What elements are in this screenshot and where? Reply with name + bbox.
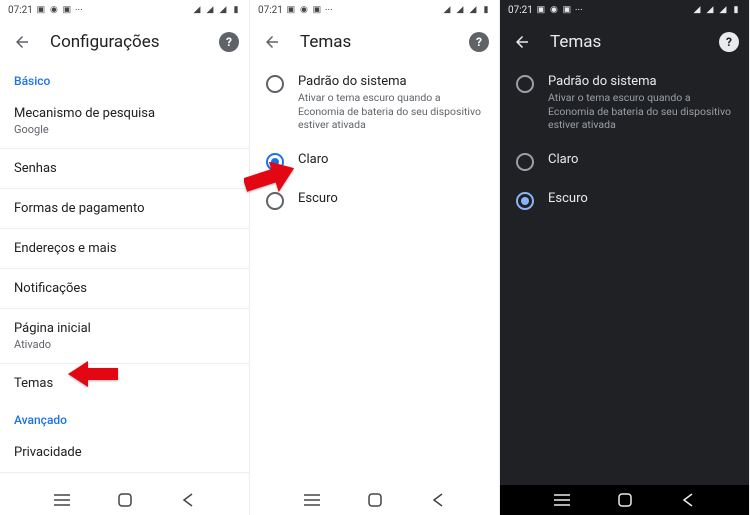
status-time: 07:21 [258,5,283,16]
screen-settings: 07:21 ▣ ◉ ▣ ··· ◢ ◢ ◢ ▮ Configurações ? … [0,0,250,515]
settings-item-passwords[interactable]: Senhas [0,149,249,189]
settings-item-accessibility[interactable]: Acessibilidade [0,473,249,485]
more-icon: ··· [75,5,83,16]
recent-icon [53,494,71,506]
recent-icon [553,494,571,506]
back-icon [682,493,694,507]
help-button[interactable]: ? [219,32,239,52]
image-icon: ▣ [36,5,46,15]
section-basic-header: Básico [0,64,249,94]
status-bar: 07:21 ▣ ◉ ▣ ··· ◢ ◢ ◢ ▮ [0,0,249,20]
signal-icon: ◢ [705,5,715,15]
help-button[interactable]: ? [469,32,489,52]
more-icon: ··· [325,5,333,16]
signal-icon: ◢ [205,5,215,15]
status-bar: 07:21 ▣ ◉ ▣ ··· ◢ ◢ ◢ ▮ [500,0,749,20]
back-button[interactable] [10,30,34,54]
status-bar: 07:21 ▣ ◉ ▣ ··· ◢ ◢ ◢ ▮ [250,0,499,20]
wifi-icon: ◢ [192,5,202,15]
more-icon: ··· [575,5,583,16]
arrow-left-icon [263,33,281,51]
radio-icon [516,153,534,171]
radio-icon [516,75,534,93]
nav-back-button[interactable] [678,490,698,510]
back-icon [432,493,444,507]
arrow-left-icon [13,33,31,51]
signal-icon: ◢ [455,5,465,15]
radio-icon [266,75,284,93]
back-button[interactable] [510,30,534,54]
page-title: Temas [300,32,453,52]
nav-home-button[interactable] [615,490,635,510]
battery-icon: ▮ [231,5,241,15]
screen-themes-dark: 07:21 ▣ ◉ ▣ ··· ◢ ◢ ◢ ▮ Temas ? Padrão d… [500,0,750,515]
home-icon [368,493,382,507]
image-icon: ▣ [62,5,72,15]
image-icon: ▣ [286,5,296,15]
whatsapp-icon: ◉ [299,5,309,15]
nav-back-button[interactable] [428,490,448,510]
arrow-left-icon [513,33,531,51]
battery-icon: ▮ [731,5,741,15]
theme-option-system[interactable]: Padrão do sistema Ativar o tema escuro q… [500,64,749,142]
settings-item-payments[interactable]: Formas de pagamento [0,189,249,229]
settings-item-notifications[interactable]: Notificações [0,269,249,309]
nav-back-button[interactable] [178,490,198,510]
recent-icon [303,494,321,506]
app-bar: Configurações ? [0,20,249,64]
settings-item-homepage[interactable]: Página inicial Ativado [0,309,249,364]
nav-recent-button[interactable] [52,490,72,510]
theme-option-light[interactable]: Claro [500,142,749,181]
nav-bar [250,485,499,515]
help-button[interactable]: ? [719,32,739,52]
page-title: Temas [550,32,703,52]
theme-option-light[interactable]: Claro [250,142,499,181]
battery-icon: ▮ [481,5,491,15]
whatsapp-icon: ◉ [49,5,59,15]
radio-icon [266,153,284,171]
settings-item-privacy[interactable]: Privacidade [0,433,249,473]
nav-home-button[interactable] [365,490,385,510]
theme-option-dark[interactable]: Escuro [500,181,749,220]
signal-icon: ◢ [468,5,478,15]
home-icon [618,493,632,507]
nav-recent-button[interactable] [552,490,572,510]
page-title: Configurações [50,32,203,52]
home-icon [118,493,132,507]
themes-list: Padrão do sistema Ativar o tema escuro q… [250,64,499,485]
screen-themes-light: 07:21 ▣ ◉ ▣ ··· ◢ ◢ ◢ ▮ Temas ? Padrão d… [250,0,500,515]
section-advanced-header: Avançado [0,403,249,433]
nav-home-button[interactable] [115,490,135,510]
theme-option-system[interactable]: Padrão do sistema Ativar o tema escuro q… [250,64,499,142]
nav-recent-button[interactable] [302,490,322,510]
status-time: 07:21 [8,5,33,16]
back-icon [182,493,194,507]
settings-list: Básico Mecanismo de pesquisa Google Senh… [0,64,249,485]
image-icon: ▣ [312,5,322,15]
image-icon: ▣ [536,5,546,15]
nav-bar [500,485,749,515]
app-bar: Temas ? [500,20,749,64]
signal-icon: ◢ [718,5,728,15]
settings-item-search-engine[interactable]: Mecanismo de pesquisa Google [0,94,249,149]
wifi-icon: ◢ [692,5,702,15]
status-time: 07:21 [508,5,533,16]
radio-icon [266,192,284,210]
settings-item-addresses[interactable]: Endereços e mais [0,229,249,269]
signal-icon: ◢ [218,5,228,15]
theme-option-dark[interactable]: Escuro [250,181,499,220]
settings-item-themes[interactable]: Temas [0,364,249,403]
app-bar: Temas ? [250,20,499,64]
whatsapp-icon: ◉ [549,5,559,15]
radio-icon [516,192,534,210]
image-icon: ▣ [562,5,572,15]
nav-bar [0,485,249,515]
back-button[interactable] [260,30,284,54]
themes-list: Padrão do sistema Ativar o tema escuro q… [500,64,749,485]
wifi-icon: ◢ [442,5,452,15]
